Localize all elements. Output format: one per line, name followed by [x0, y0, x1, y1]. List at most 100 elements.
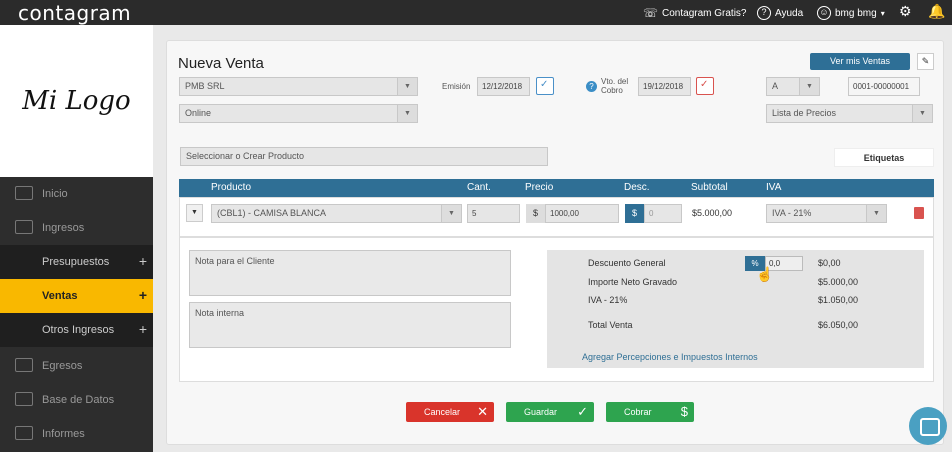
help-label: Ayuda [775, 7, 804, 19]
sidebar-item-ventas[interactable]: Ventas + [0, 279, 153, 313]
col-precio: Precio [525, 182, 554, 193]
top-bar: contagram ☏ Contagram Gratis? ? Ayuda ☺ … [0, 0, 952, 25]
help-icon: ? [757, 6, 771, 20]
help-link[interactable]: ? Ayuda [757, 6, 803, 20]
bell-icon[interactable]: 🔔 [928, 3, 945, 20]
total-label: Total Venta [588, 320, 633, 330]
neto-value: $5.000,00 [818, 277, 859, 287]
save-button[interactable]: Guardar ✓ [506, 402, 594, 422]
sidebar-item-presupuestos[interactable]: Presupuestos + [0, 245, 153, 279]
gear-icon[interactable]: ⚙ [899, 3, 912, 20]
neto-label: Importe Neto Gravado [588, 277, 678, 287]
free-link[interactable]: ☏ Contagram Gratis? [643, 6, 747, 20]
product-select[interactable]: (CBL1) - CAMISA BLANCA ▼ [211, 204, 462, 223]
iva-value: IVA - 21% [772, 208, 812, 218]
discount-input[interactable]: 0 [644, 204, 682, 223]
chevron-down-icon: ▾ [880, 8, 885, 18]
contacts-icon [15, 392, 33, 406]
emision-label: Emisión [442, 82, 471, 91]
row-menu-dropdown[interactable]: ▼ [186, 204, 203, 222]
discount-type-toggle[interactable]: $ [625, 204, 644, 223]
invoice-type-select[interactable]: A ▼ [766, 77, 820, 96]
col-subtotal: Subtotal [691, 182, 728, 193]
col-iva: IVA [766, 182, 782, 193]
product-search-placeholder: Seleccionar o Crear Producto [186, 151, 305, 161]
product-value: (CBL1) - CAMISA BLANCA [217, 208, 327, 218]
chevron-down-icon: ▼ [912, 105, 932, 122]
calendar-icon[interactable] [696, 77, 714, 95]
sidebar-item-label: Ingresos [42, 222, 85, 234]
discount-value: $0,00 [818, 258, 841, 268]
items-table-header: Producto Cant. Precio Desc. Subtotal IVA [179, 179, 934, 197]
sidebar-item-egresos[interactable]: Egresos [0, 349, 153, 383]
price-input[interactable]: 1000,00 [545, 204, 619, 223]
save-label: Guardar [524, 407, 558, 417]
cancel-button[interactable]: Cancelar ✕ [406, 402, 494, 422]
sidebar-item-base-de-datos[interactable]: Base de Datos [0, 383, 153, 417]
charge-button[interactable]: Cobrar $ [606, 402, 694, 422]
emision-date-input[interactable]: 12/12/2018 [477, 77, 530, 96]
dollar-icon: $ [680, 404, 688, 419]
sidebar-item-label: Base de Datos [42, 394, 115, 406]
close-icon: ✕ [477, 404, 488, 419]
labels-button[interactable]: Etiquetas [834, 148, 934, 167]
iva-select[interactable]: IVA - 21% ▼ [766, 204, 887, 223]
sidebar: Mi Logo Inicio Ingresos Presupuestos + V… [0, 25, 153, 452]
total-value: $6.050,00 [818, 320, 859, 330]
check-icon: ✓ [577, 404, 588, 419]
user-menu[interactable]: ☺ bmg bmg ▾ [817, 6, 885, 20]
support-icon: ☏ [643, 6, 659, 20]
price-list-value: Lista de Precios [772, 108, 837, 118]
cancel-label: Cancelar [424, 407, 461, 417]
sidebar-item-inicio[interactable]: Inicio [0, 177, 153, 211]
hand-cursor-icon: ☝ [756, 266, 774, 282]
view-sales-button[interactable]: Ver mis Ventas [810, 53, 910, 70]
sidebar-item-informes[interactable]: Informes [0, 417, 153, 451]
client-value: PMB SRL [185, 81, 225, 91]
chat-icon[interactable] [909, 407, 947, 445]
charge-label: Cobrar [624, 407, 652, 417]
add-perceptions-link[interactable]: Agregar Percepciones e Impuestos Interno… [582, 352, 758, 362]
help-icon[interactable]: ? [586, 81, 597, 92]
plus-icon[interactable]: + [139, 321, 147, 337]
chevron-down-icon: ▼ [866, 205, 886, 222]
sidebar-item-label: Otros Ingresos [42, 324, 115, 336]
outbox-icon [15, 358, 33, 372]
product-search-input[interactable]: Seleccionar o Crear Producto [180, 147, 548, 166]
sidebar-item-label: Informes [42, 428, 85, 440]
iva-total-value: $1.050,00 [818, 295, 859, 305]
internal-note-placeholder: Nota interna [195, 308, 245, 318]
plus-icon[interactable]: + [139, 287, 147, 303]
trash-icon[interactable] [914, 207, 924, 219]
home-icon [15, 186, 33, 200]
page-title: Nueva Venta [178, 55, 264, 72]
sidebar-item-otros-ingresos[interactable]: Otros Ingresos + [0, 313, 153, 347]
sidebar-item-label: Ventas [42, 290, 78, 302]
client-note-placeholder: Nota para el Cliente [195, 256, 275, 266]
calendar-icon[interactable] [536, 77, 554, 95]
iva-label: IVA - 21% [588, 295, 628, 305]
sidebar-item-ingresos[interactable]: Ingresos [0, 211, 153, 245]
plus-icon[interactable]: + [139, 253, 147, 269]
invoice-type-value: A [772, 81, 779, 91]
vto-label: Vto. del Cobro [601, 77, 628, 95]
sidebar-item-label: Inicio [42, 188, 68, 200]
invoice-number-input[interactable]: 0001-00000001 [848, 77, 920, 96]
internal-note-textarea[interactable]: Nota interna [189, 302, 511, 348]
price-list-select[interactable]: Lista de Precios ▼ [766, 104, 933, 123]
client-select[interactable]: PMB SRL ▼ [179, 77, 418, 96]
channel-value: Online [185, 108, 212, 118]
col-cant: Cant. [467, 182, 491, 193]
brand-logo[interactable]: contagram [18, 1, 131, 25]
inbox-icon [15, 220, 33, 234]
vto-date-input[interactable]: 19/12/2018 [638, 77, 691, 96]
user-icon: ☺ [817, 6, 831, 20]
channel-select[interactable]: Online ▼ [179, 104, 418, 123]
quantity-input[interactable]: 5 [467, 204, 520, 223]
edit-icon[interactable]: ✎ [917, 53, 934, 70]
vto-label-line1: Vto. del [601, 77, 629, 86]
client-note-textarea[interactable]: Nota para el Cliente [189, 250, 511, 296]
chevron-down-icon: ▼ [799, 78, 819, 95]
price-currency: $ [526, 204, 545, 223]
col-desc: Desc. [624, 182, 650, 193]
